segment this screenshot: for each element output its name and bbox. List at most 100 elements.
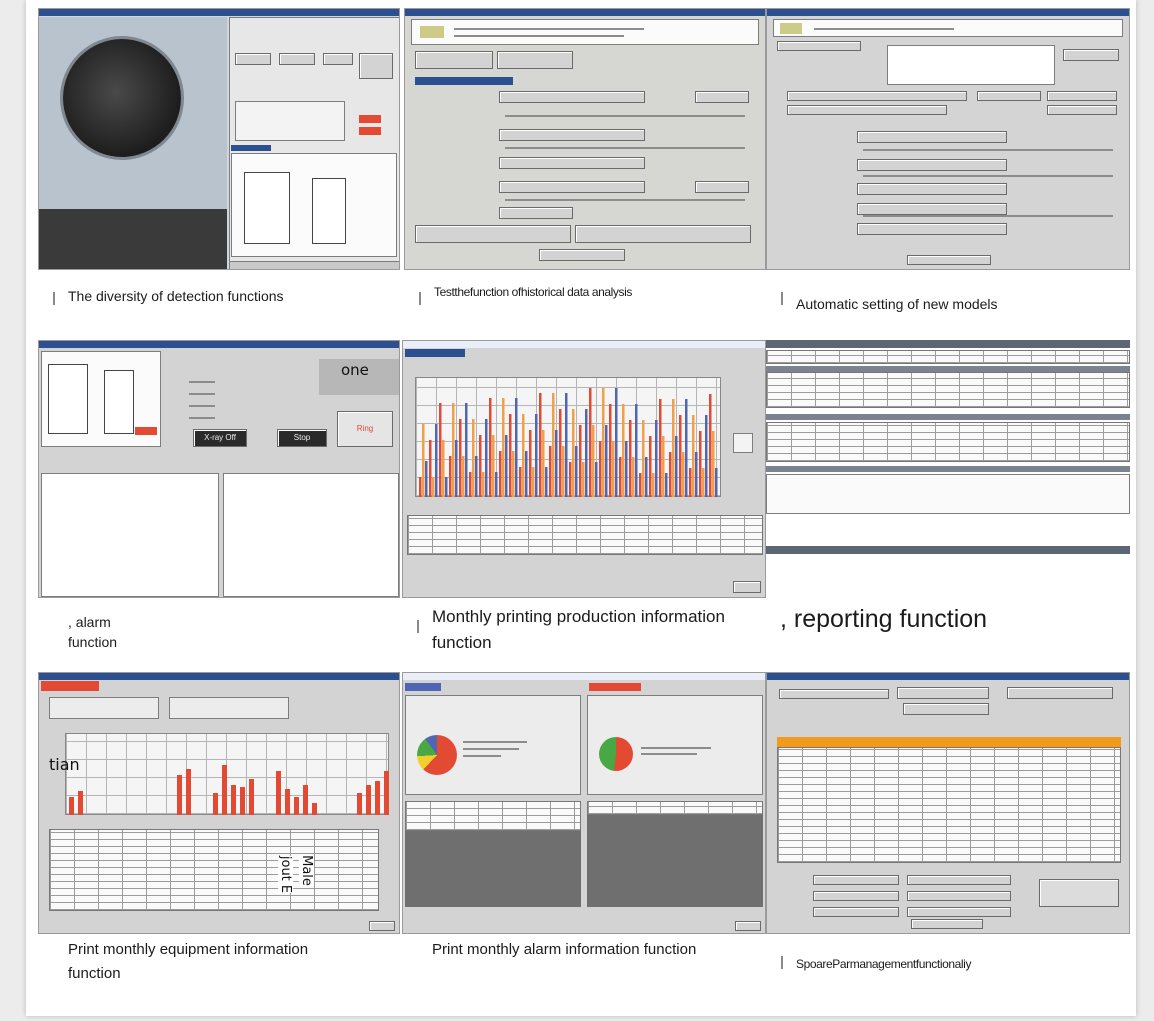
control-button[interactable] xyxy=(323,53,353,65)
alarm-table-left xyxy=(405,801,581,831)
data-range-button[interactable] xyxy=(499,91,645,103)
caption: Print monthly equipment information func… xyxy=(38,936,400,1000)
production-bar xyxy=(515,398,518,497)
data-range-button[interactable] xyxy=(499,181,645,193)
equipment-bar xyxy=(177,775,182,815)
production-bar xyxy=(555,430,558,497)
slider-track[interactable] xyxy=(863,215,1113,217)
slider-track[interactable] xyxy=(505,115,745,117)
setting-field[interactable] xyxy=(857,159,1007,171)
screenshot-alarm-pie xyxy=(402,672,766,934)
setting-field[interactable] xyxy=(857,183,1007,195)
caption: Monthly printing production information … xyxy=(402,600,766,664)
production-bar xyxy=(602,388,605,497)
search-field[interactable] xyxy=(1007,687,1113,699)
setting-field[interactable] xyxy=(787,105,947,115)
data-range-button[interactable] xyxy=(499,129,645,141)
section-header xyxy=(231,145,271,151)
caption-text: , alarm function xyxy=(68,614,118,650)
close-button[interactable] xyxy=(539,249,625,261)
slider-track[interactable] xyxy=(505,199,745,201)
setting-field[interactable] xyxy=(977,91,1041,101)
slider-track[interactable] xyxy=(863,175,1113,177)
close-button[interactable] xyxy=(907,255,991,265)
equipment-data-table xyxy=(49,829,379,911)
production-bar xyxy=(689,468,692,497)
production-bar xyxy=(702,468,705,497)
production-bar xyxy=(699,431,702,497)
close-button[interactable] xyxy=(369,921,395,931)
detail-field[interactable] xyxy=(813,875,899,885)
control-button[interactable] xyxy=(235,53,271,65)
pie-legend xyxy=(641,745,721,757)
control-button[interactable] xyxy=(279,53,315,65)
model-list[interactable] xyxy=(887,45,1055,85)
production-bar xyxy=(429,440,432,497)
production-bar xyxy=(692,415,695,497)
setting-field[interactable] xyxy=(857,223,1007,235)
production-bar xyxy=(489,398,492,497)
toolbar-button[interactable] xyxy=(497,51,573,69)
setting-field[interactable] xyxy=(787,91,967,101)
detail-field[interactable] xyxy=(813,907,899,917)
legend-line xyxy=(463,741,527,743)
legend-line xyxy=(463,755,501,757)
caption-text: SpoareParmanagementfunctionaliy xyxy=(796,957,972,971)
production-bar xyxy=(629,420,632,497)
production-bar xyxy=(652,473,655,497)
detail-field[interactable] xyxy=(907,891,1011,901)
setting-field[interactable] xyxy=(1047,105,1117,115)
production-bar xyxy=(592,425,595,497)
close-button[interactable] xyxy=(735,921,761,931)
production-bar xyxy=(419,477,422,497)
logo-icon xyxy=(420,26,444,38)
slider-track[interactable] xyxy=(863,149,1113,151)
data-range-button[interactable] xyxy=(499,157,645,169)
toolbar-button[interactable] xyxy=(415,51,493,69)
production-bar xyxy=(522,414,525,497)
equipment-bar xyxy=(69,797,74,815)
model-select[interactable] xyxy=(777,41,861,51)
setting-field[interactable] xyxy=(1047,91,1117,101)
production-bar xyxy=(585,409,588,497)
detail-field[interactable] xyxy=(907,875,1011,885)
xray-off-button[interactable]: X-ray Off xyxy=(193,429,247,447)
search-field[interactable] xyxy=(897,687,989,699)
caption-text: Testthefunction ofhistorical data analys… xyxy=(434,285,632,299)
setting-field[interactable] xyxy=(857,131,1007,143)
action-button[interactable] xyxy=(415,225,571,243)
small-button[interactable] xyxy=(695,91,749,103)
production-bar xyxy=(439,403,442,497)
header-banner xyxy=(411,19,759,45)
empty-area-left xyxy=(405,831,581,907)
slider-track[interactable] xyxy=(505,147,745,149)
small-button[interactable] xyxy=(695,181,749,193)
tab-header xyxy=(405,683,441,691)
close-button[interactable] xyxy=(911,919,983,929)
save-button[interactable] xyxy=(1039,879,1119,907)
caption: , reporting function xyxy=(766,600,1130,664)
setting-field[interactable] xyxy=(857,203,1007,215)
close-button[interactable] xyxy=(733,581,761,593)
production-bar xyxy=(682,452,685,497)
ring-button[interactable]: Ring xyxy=(337,411,393,447)
production-bar xyxy=(675,436,678,497)
action-button[interactable] xyxy=(575,225,751,243)
stop-button[interactable]: Stop xyxy=(277,429,327,447)
status-bar xyxy=(229,261,399,269)
window-titlebar xyxy=(39,673,399,680)
report-section xyxy=(766,466,1130,472)
equipment-bar xyxy=(357,793,362,815)
production-bar xyxy=(562,446,565,497)
data-range-button[interactable] xyxy=(499,207,573,219)
search-field[interactable] xyxy=(779,689,889,699)
detail-field[interactable] xyxy=(813,891,899,901)
production-bar xyxy=(665,473,668,497)
search-button[interactable] xyxy=(903,703,989,715)
jout-label: jout E xyxy=(278,855,294,894)
list-button[interactable] xyxy=(1063,49,1119,61)
control-button[interactable] xyxy=(359,53,393,79)
header-text-line xyxy=(454,28,644,30)
detail-field[interactable] xyxy=(907,907,1011,917)
caption-marker xyxy=(419,292,421,305)
